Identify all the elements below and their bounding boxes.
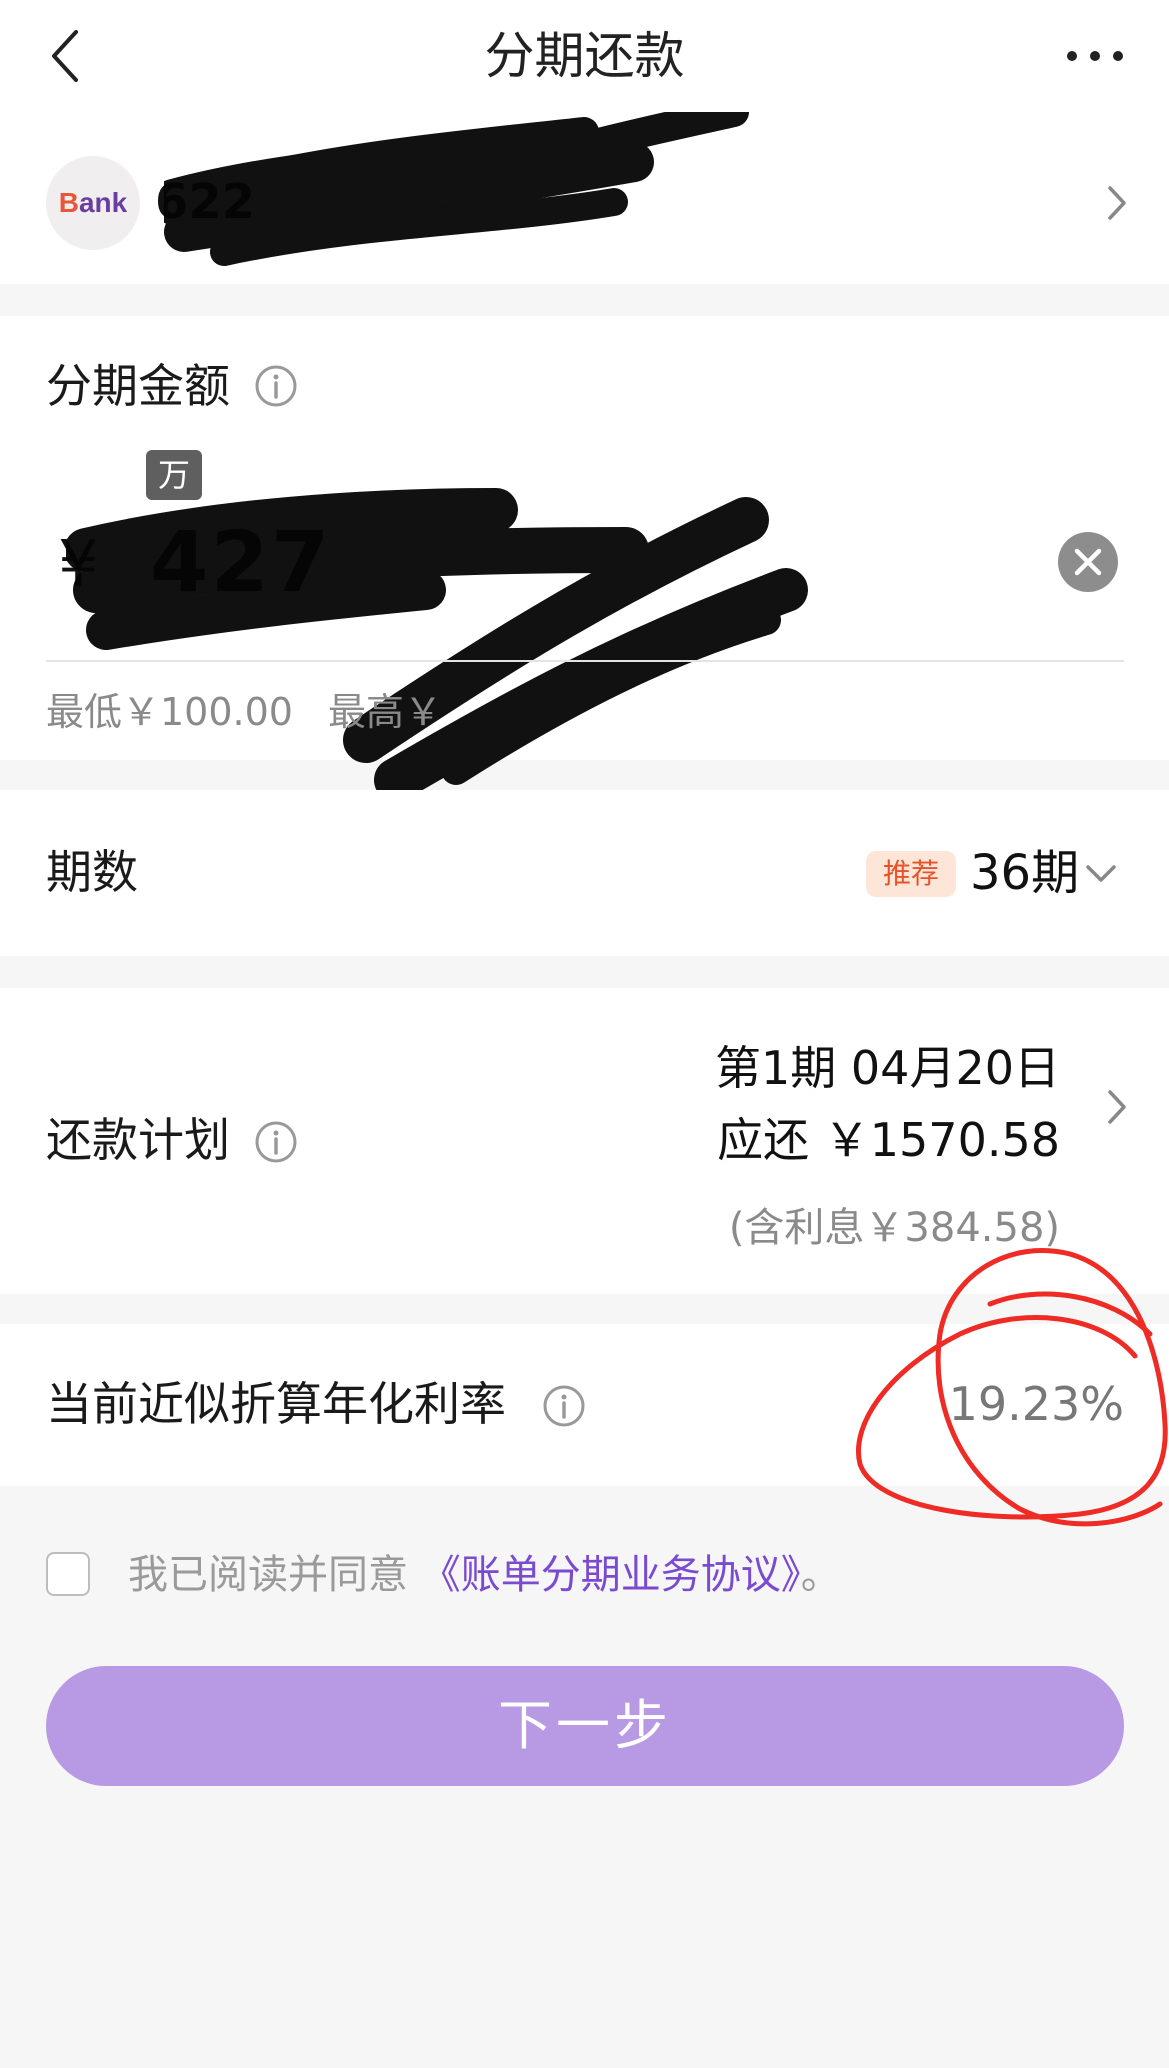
chevron-down-icon[interactable] [1084, 862, 1118, 886]
divider [46, 660, 1124, 662]
info-icon[interactable] [542, 1384, 586, 1428]
plan-due: 应还 ￥1570.58 [717, 1113, 1060, 1167]
info-icon[interactable] [254, 364, 298, 408]
chevron-right-icon[interactable] [1102, 182, 1132, 224]
amount-label: 分期金额 [46, 359, 230, 413]
term-label: 期数 [46, 845, 138, 899]
clear-button[interactable] [1058, 532, 1118, 592]
redaction-scribble-card [164, 112, 749, 266]
plan-label: 还款计划 [46, 1113, 230, 1167]
info-icon[interactable] [254, 1120, 298, 1164]
rate-label: 当前近似折算年化利率 [46, 1377, 506, 1431]
min-limit: 最低￥100.00 [46, 690, 293, 734]
agreement-prefix: 我已阅读并同意 [128, 1552, 408, 1598]
redaction-scribble-amount [66, 488, 808, 802]
recommend-badge: 推荐 [866, 851, 956, 897]
agreement-suffix: 。 [800, 1552, 841, 1598]
bank-logo: Bank [46, 156, 140, 250]
red-circle-annotation [856, 1248, 1168, 1527]
close-icon [1074, 548, 1102, 576]
plan-period: 第1期 04月20日 [715, 1041, 1060, 1095]
next-button[interactable]: 下一步 [46, 1666, 1124, 1786]
page-title: 分期还款 [484, 27, 685, 85]
agreement-link[interactable]: 《账单分期业务协议》 [421, 1552, 801, 1598]
agreement-checkbox[interactable] [46, 1552, 90, 1596]
agreement-text: 我已阅读并同意 《账单分期业务协议》。 [128, 1546, 841, 1604]
more-icon[interactable] [1060, 28, 1130, 84]
max-limit: 最高￥ [328, 690, 443, 734]
chevron-right-icon[interactable] [1102, 1086, 1132, 1128]
term-value[interactable]: 36期 [970, 840, 1079, 906]
